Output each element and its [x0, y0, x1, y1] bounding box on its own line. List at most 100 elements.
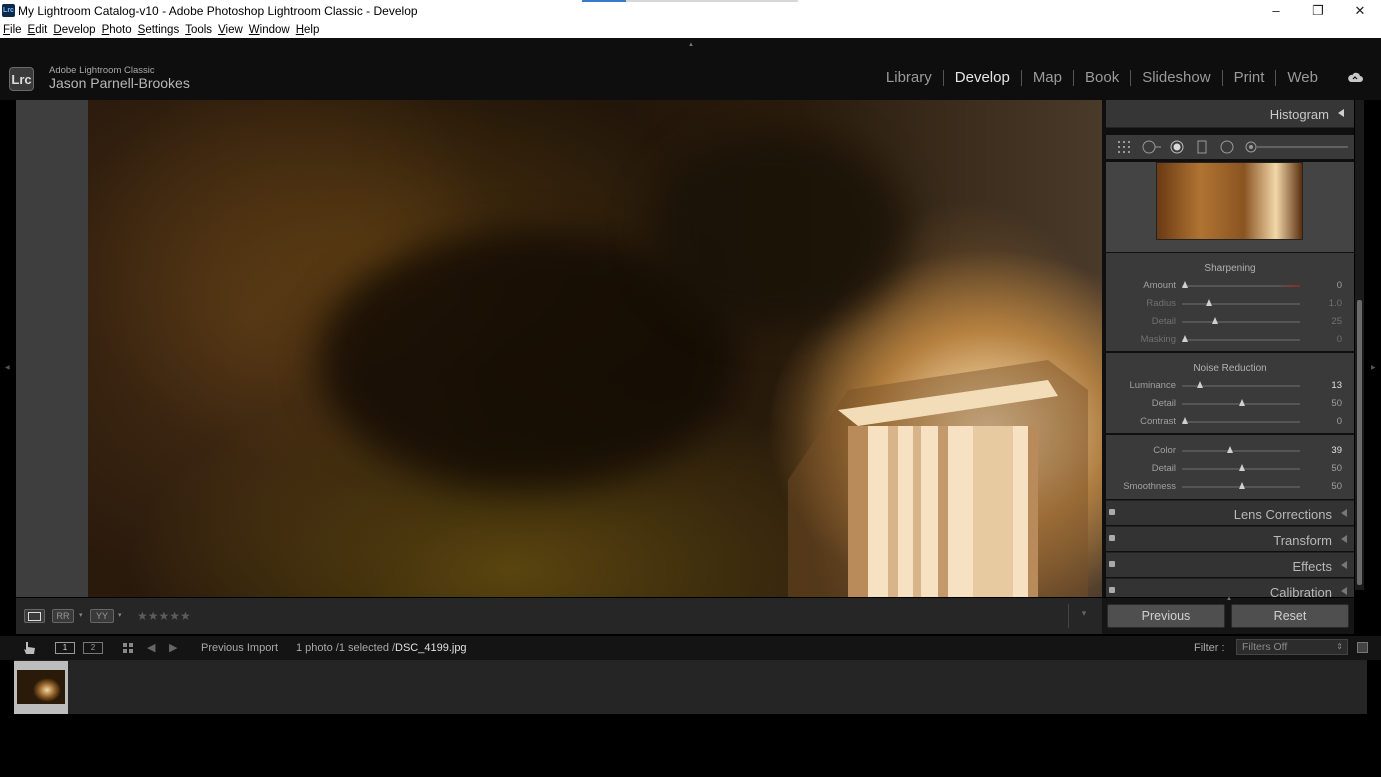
secondary-display-icon[interactable] [22, 640, 38, 656]
slider-value[interactable]: 50 [1312, 463, 1342, 474]
minimize-button[interactable]: – [1255, 0, 1297, 21]
slider-knob[interactable] [1206, 299, 1212, 306]
close-button[interactable]: ✕ [1339, 0, 1381, 21]
slider-smoothness[interactable]: Smoothness 50 [1106, 480, 1354, 494]
right-panel-scrollbar[interactable] [1355, 100, 1364, 590]
panel-toggle-switch[interactable] [1109, 561, 1115, 567]
effects-header[interactable]: Effects [1106, 552, 1354, 577]
slider-knob[interactable] [1197, 381, 1203, 388]
collapse-top-panel-icon[interactable]: ▲ [688, 42, 694, 48]
filmstrip-source[interactable]: Previous Import [201, 642, 278, 654]
menu-file[interactable]: File [3, 24, 22, 36]
transform-header[interactable]: Transform [1106, 526, 1354, 551]
slider-value[interactable]: 39 [1312, 445, 1342, 456]
menu-tools[interactable]: Tools [185, 24, 212, 36]
graduated-filter-icon[interactable] [1195, 140, 1209, 154]
reset-button[interactable]: Reset [1231, 604, 1349, 628]
right-panel: Histogram Sharpening Amount 0 Radius 1.0… [1102, 100, 1354, 597]
slider-knob[interactable] [1182, 281, 1188, 288]
module-map[interactable]: Map [1022, 69, 1073, 86]
panel-toggle-switch[interactable] [1109, 509, 1115, 515]
slider-knob[interactable] [1182, 335, 1188, 342]
cloud-sync-icon[interactable] [1347, 71, 1363, 83]
menu-photo[interactable]: Photo [102, 24, 132, 36]
right-panel-toggle-icon[interactable]: ▶ [1371, 364, 1376, 371]
slider-track[interactable] [1182, 339, 1300, 341]
slider-track[interactable] [1182, 421, 1300, 423]
filter-select[interactable]: Filters Off ⇕ [1236, 639, 1348, 655]
crop-grid-icon[interactable] [1117, 140, 1131, 154]
dropdown-arrow-icon[interactable]: ▾ [118, 611, 122, 619]
toolbar-options-icon[interactable]: ▾ [1076, 608, 1092, 624]
module-slideshow[interactable]: Slideshow [1131, 69, 1221, 86]
main-window-button[interactable]: 1 [55, 642, 75, 654]
slider-track[interactable] [1182, 303, 1300, 305]
scrollbar-thumb[interactable] [1357, 300, 1362, 585]
filmstrip-thumbnail[interactable] [14, 661, 68, 714]
maximize-button[interactable]: ❐ [1297, 0, 1339, 21]
slider-value[interactable]: 13 [1312, 380, 1342, 391]
grid-view-icon[interactable] [123, 643, 134, 654]
forward-arrow-icon[interactable]: ▶ [169, 641, 177, 654]
module-develop[interactable]: Develop [944, 69, 1021, 86]
module-book[interactable]: Book [1074, 69, 1130, 86]
back-arrow-icon[interactable]: ◀ [147, 641, 155, 654]
filter-lock-icon[interactable] [1357, 642, 1368, 653]
menu-edit[interactable]: Edit [28, 24, 48, 36]
lens-corrections-header[interactable]: Lens Corrections [1106, 500, 1354, 525]
slider-track[interactable] [1182, 285, 1300, 287]
slider-knob[interactable] [1239, 464, 1245, 471]
slider-color-detail[interactable]: Detail 50 [1106, 462, 1354, 476]
module-print[interactable]: Print [1223, 69, 1276, 86]
slider-knob[interactable] [1212, 317, 1218, 324]
selected-filename[interactable]: DSC_4199.jpg [395, 642, 467, 654]
module-library[interactable]: Library [875, 69, 943, 86]
panel-toggle-switch[interactable] [1109, 535, 1115, 541]
slider-value[interactable]: 0 [1312, 334, 1342, 345]
slider-knob[interactable] [1239, 482, 1245, 489]
menu-settings[interactable]: Settings [138, 24, 180, 36]
slider-value[interactable]: 25 [1312, 316, 1342, 327]
menu-develop[interactable]: Develop [53, 24, 95, 36]
before-after-button[interactable]: RR [52, 609, 74, 623]
previous-button[interactable]: Previous [1107, 604, 1225, 628]
slider-color[interactable]: Color 39 [1106, 444, 1354, 458]
menu-help[interactable]: Help [296, 24, 320, 36]
collapse-bottom-icon[interactable]: ▲ [1226, 596, 1232, 602]
slider-nr-detail[interactable]: Detail 50 [1106, 397, 1354, 411]
slider-track[interactable] [1182, 450, 1300, 452]
radial-filter-icon[interactable] [1220, 140, 1234, 154]
slider-knob[interactable] [1239, 399, 1245, 406]
detail-preview-image[interactable] [1156, 162, 1303, 240]
histogram-header[interactable]: Histogram [1106, 100, 1354, 128]
menu-window[interactable]: Window [249, 24, 290, 36]
slider-value[interactable]: 0 [1312, 416, 1342, 427]
slider-amount[interactable]: Amount 0 [1106, 279, 1354, 293]
slider-contrast[interactable]: Contrast 0 [1106, 415, 1354, 429]
slider-masking[interactable]: Masking 0 [1106, 333, 1354, 347]
before-after-swap-button[interactable]: YY [90, 609, 114, 623]
second-window-button[interactable]: 2 [83, 642, 103, 654]
spot-removal-icon[interactable] [1142, 140, 1162, 154]
loupe-view-button[interactable] [24, 609, 45, 623]
calibration-header[interactable]: Calibration [1106, 578, 1354, 597]
slider-detail[interactable]: Detail 25 [1106, 315, 1354, 329]
slider-knob[interactable] [1227, 446, 1233, 453]
menu-view[interactable]: View [218, 24, 243, 36]
left-panel-toggle-icon[interactable]: ◀ [5, 364, 10, 371]
dropdown-arrow-icon[interactable]: ▾ [79, 611, 83, 619]
slider-knob[interactable] [1182, 417, 1188, 424]
photo-preview[interactable] [88, 100, 1102, 597]
module-web[interactable]: Web [1276, 69, 1329, 86]
slider-luminance[interactable]: Luminance 13 [1106, 379, 1354, 393]
panel-toggle-switch[interactable] [1109, 587, 1115, 593]
red-eye-icon[interactable] [1170, 140, 1184, 154]
adjustment-brush-icon[interactable] [1244, 140, 1350, 154]
slider-value[interactable]: 1.0 [1312, 298, 1342, 309]
slider-value[interactable]: 0 [1312, 280, 1342, 291]
slider-radius[interactable]: Radius 1.0 [1106, 297, 1354, 311]
star-rating[interactable]: ★★★★★ [137, 609, 191, 623]
slider-value[interactable]: 50 [1312, 398, 1342, 409]
slider-value[interactable]: 50 [1312, 481, 1342, 492]
slider-track[interactable] [1182, 321, 1300, 323]
